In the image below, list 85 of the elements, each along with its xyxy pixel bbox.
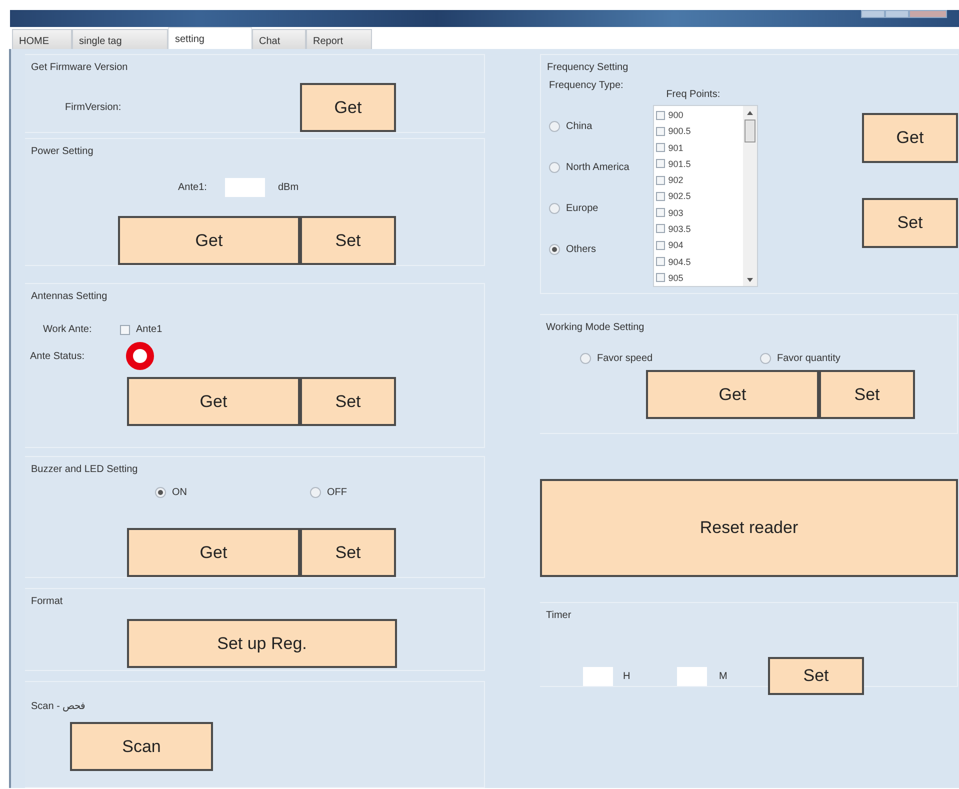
command-button[interactable]: Get (127, 528, 300, 578)
field-label: Ante1: (178, 182, 207, 193)
field-label: Frequency Type: (549, 80, 624, 91)
radio-button[interactable] (549, 203, 560, 214)
field-label: Work Ante: (43, 324, 92, 335)
group-title: Timer (545, 610, 572, 621)
list-item-label: 902 (668, 175, 684, 186)
radio-label: OFF (327, 487, 347, 498)
checkbox[interactable] (656, 273, 666, 282)
checkbox-list[interactable]: 900 900.5 901 901.5 902 902.5 903 903.5 904 904.5 905 (653, 105, 758, 287)
list-item-label: 905 (668, 272, 684, 283)
field-label: M (719, 670, 728, 682)
tab[interactable]: Chat (252, 29, 306, 49)
checkbox[interactable] (120, 324, 130, 334)
list-item-label: 901 (668, 142, 684, 153)
command-button[interactable]: Set (862, 198, 958, 248)
checkbox[interactable] (656, 143, 666, 152)
list-item-label: 902.5 (668, 191, 691, 202)
input-field[interactable] (677, 666, 707, 686)
checkbox[interactable] (656, 224, 666, 234)
command-button[interactable]: Set (768, 657, 864, 695)
radio-button[interactable] (549, 162, 560, 173)
list-item-label: 904 (668, 240, 684, 250)
command-button[interactable]: Set (300, 377, 396, 426)
command-button[interactable]: Get (127, 377, 300, 426)
group-title: Antennas Setting (30, 291, 108, 302)
checkbox[interactable] (656, 176, 666, 185)
checkbox[interactable] (656, 257, 666, 266)
input-field[interactable] (583, 666, 613, 686)
checkbox[interactable] (656, 110, 666, 120)
group-title: Buzzer and LED Setting (30, 464, 138, 476)
list-item-label: 903 (668, 208, 684, 218)
group-title: Format (30, 596, 63, 608)
list-item-label: 900 (668, 110, 684, 120)
command-button[interactable]: Scan (70, 722, 213, 772)
command-button[interactable]: Set (300, 528, 396, 578)
checkbox[interactable] (656, 208, 666, 218)
command-button[interactable]: Get (118, 216, 300, 265)
radio-button[interactable] (549, 244, 560, 255)
input-field[interactable] (225, 178, 265, 197)
field-label: H (623, 670, 630, 682)
radio-button[interactable] (549, 121, 560, 132)
maximize-button[interactable] (885, 10, 909, 18)
radio-label: ON (172, 487, 187, 498)
list-item-label: 903.5 (668, 224, 691, 234)
radio-label: Favor quantity (777, 353, 840, 364)
field-label: Freq Points: (666, 89, 720, 100)
tab[interactable]: setting (168, 27, 252, 49)
radio-label: Europe (566, 203, 598, 214)
checkbox[interactable] (656, 126, 666, 136)
command-button[interactable]: Set (819, 370, 915, 419)
tab[interactable]: single tag (72, 29, 168, 49)
list-item-label: 900.5 (668, 126, 691, 136)
group-title: Get Firmware Version (30, 62, 128, 73)
command-button[interactable]: Set (300, 216, 396, 265)
radio-button[interactable] (155, 487, 166, 498)
group-title: Frequency Setting (546, 62, 628, 73)
group-title: Power Setting (30, 146, 94, 157)
command-button[interactable]: Get (862, 113, 958, 163)
checkbox[interactable] (656, 192, 666, 201)
list-item-label: 904.5 (668, 256, 691, 267)
command-button[interactable]: Reset reader (540, 479, 958, 577)
group-title: Scan - فحص (30, 700, 86, 712)
command-button[interactable]: Set up Reg. (127, 619, 397, 668)
checkbox[interactable] (656, 240, 666, 250)
scrollbar[interactable] (743, 106, 758, 286)
command-button[interactable]: Get (646, 370, 819, 419)
field-label: FirmVersion: (65, 102, 122, 113)
radio-label: China (566, 121, 592, 132)
radio-label: North America (566, 162, 630, 173)
radio-button[interactable] (310, 487, 321, 498)
checkbox-label: Ante1 (136, 324, 162, 335)
checkbox[interactable] (656, 159, 666, 168)
radio-label: Others (566, 244, 596, 255)
radio-button[interactable] (580, 353, 591, 364)
minimize-button[interactable] (861, 10, 885, 18)
tab[interactable]: Report (306, 29, 372, 49)
field-label: Ante Status: (30, 350, 84, 362)
list-item-label: 901.5 (668, 158, 691, 169)
radio-button[interactable] (760, 353, 771, 364)
tab[interactable]: HOME (12, 29, 72, 49)
radio-label: Favor speed (597, 353, 653, 364)
group-title: Working Mode Setting (545, 322, 644, 333)
field-label: dBm (278, 182, 299, 193)
command-button[interactable]: Get (300, 83, 396, 132)
